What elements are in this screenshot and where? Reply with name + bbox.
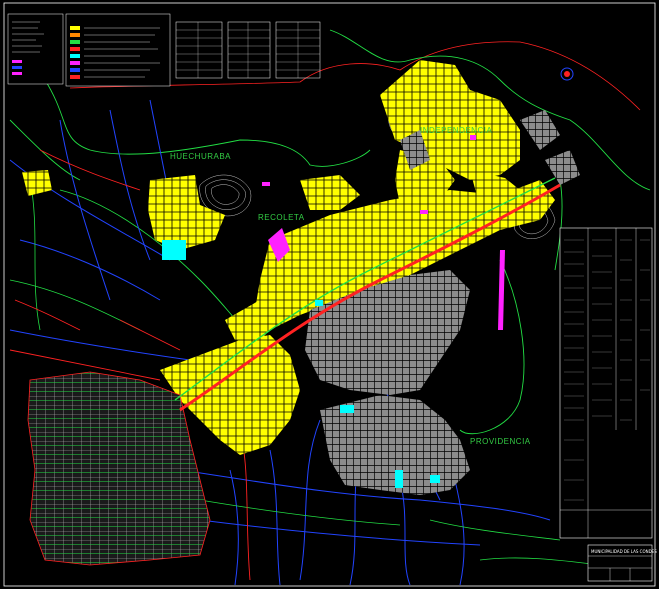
color-legend [65,13,171,87]
label-huechuraba: HUECHURABA [170,152,231,161]
north-arrow-icon [560,67,574,81]
right-data-table [559,227,653,539]
label-providencia: PROVIDENCIA [470,437,531,446]
label-recoleta: RECOLETA [258,213,305,222]
title-block-heading: MUNICIPALIDAD DE LAS CONDES [591,549,657,554]
title-block: MUNICIPALIDAD DE LAS CONDES [587,544,657,582]
city-map: HUECHURABA RECOLETA INDEPENDENCIA PROVID… [3,2,657,587]
legend-panel [7,13,64,85]
data-tables-top [175,21,321,79]
label-independencia: INDEPENDENCIA [420,126,492,135]
